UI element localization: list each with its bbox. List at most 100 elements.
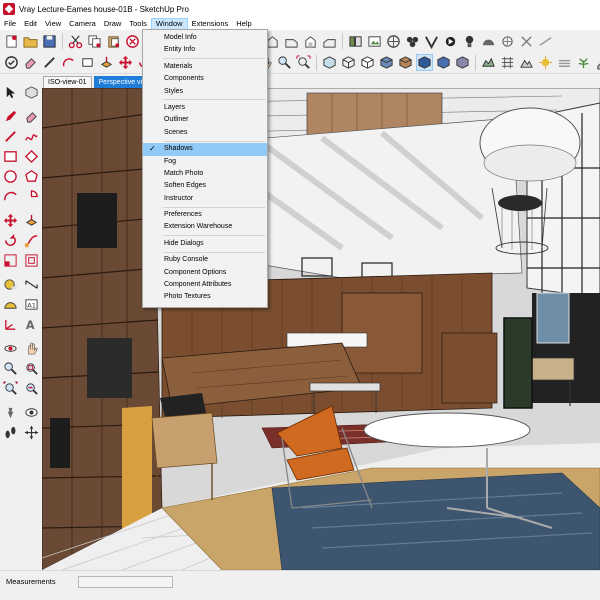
vray-render-icon[interactable]	[442, 33, 459, 50]
menu-shadows[interactable]: ✓ Shadows	[143, 143, 267, 156]
rotated-rect-icon[interactable]	[23, 148, 40, 165]
pencil-icon[interactable]	[2, 108, 19, 125]
components-icon[interactable]	[347, 33, 364, 50]
right-view-icon[interactable]	[283, 33, 300, 50]
grid-icon[interactable]	[499, 54, 516, 71]
menu-model-info[interactable]: Model Info	[143, 32, 267, 44]
circle-tool-icon[interactable]	[2, 168, 19, 185]
select-arrow-icon[interactable]	[2, 84, 19, 101]
dimension-icon[interactable]	[23, 276, 40, 293]
vray-light-icon[interactable]	[461, 33, 478, 50]
menu-ruby-console[interactable]: Ruby Console	[143, 254, 267, 266]
vray-mesh-icon[interactable]	[518, 33, 535, 50]
vray-plane-icon[interactable]	[537, 33, 554, 50]
shadows-icon[interactable]	[537, 54, 554, 71]
rectangle-icon[interactable]	[79, 54, 96, 71]
protractor-icon[interactable]	[2, 296, 19, 313]
shaded-icon[interactable]	[378, 54, 395, 71]
sandbox-icon[interactable]	[480, 54, 497, 71]
model-viewport[interactable]	[42, 88, 600, 570]
freehand-icon[interactable]	[23, 128, 40, 145]
previous-view-icon[interactable]	[23, 380, 40, 397]
fog-icon[interactable]	[556, 54, 573, 71]
vray-sphere-icon[interactable]	[499, 33, 516, 50]
menu-styles[interactable]: Styles	[143, 86, 267, 98]
move-tool-icon[interactable]	[2, 212, 19, 229]
cut-icon[interactable]	[67, 33, 84, 50]
erase-icon[interactable]	[124, 33, 141, 50]
move-icon[interactable]	[117, 54, 134, 71]
pie-tool-icon[interactable]	[23, 188, 40, 205]
pushpull-icon[interactable]	[98, 54, 115, 71]
textured-icon[interactable]	[397, 54, 414, 71]
menu-instructor[interactable]: Instructor	[143, 193, 267, 205]
warehouse-icon[interactable]	[385, 33, 402, 50]
menu-outliner[interactable]: Outliner	[143, 114, 267, 126]
walk-icon[interactable]	[2, 424, 19, 441]
extension-icon[interactable]	[404, 33, 421, 50]
text-tool-icon[interactable]: A1	[23, 296, 40, 313]
menu-extension-warehouse[interactable]: Extension Warehouse	[143, 221, 267, 233]
pushpull-tool-icon[interactable]	[23, 212, 40, 229]
eraser-icon[interactable]	[22, 54, 39, 71]
text-3d-icon[interactable]: A	[23, 316, 40, 333]
tape-measure-icon[interactable]	[2, 276, 19, 293]
open-icon[interactable]	[22, 33, 39, 50]
orbit-tool-icon[interactable]	[2, 340, 19, 357]
line-tool-icon[interactable]	[2, 128, 19, 145]
arc-tool-icon[interactable]	[2, 188, 19, 205]
menu-camera[interactable]: Camera	[65, 18, 100, 30]
menu-scenes[interactable]: Scenes	[143, 127, 267, 139]
zoom-tool-icon[interactable]	[2, 360, 19, 377]
menu-draw[interactable]: Draw	[100, 18, 126, 30]
offset-tool-icon[interactable]	[23, 252, 40, 269]
copy-icon[interactable]	[86, 33, 103, 50]
section-icon[interactable]	[435, 54, 452, 71]
menu-entity-info[interactable]: Entity Info	[143, 44, 267, 56]
polygon-tool-icon[interactable]	[23, 168, 40, 185]
look-around-icon[interactable]	[23, 404, 40, 421]
new-icon[interactable]	[3, 33, 20, 50]
style-icon[interactable]	[454, 54, 471, 71]
menu-materials[interactable]: Materials	[143, 61, 267, 73]
line-icon[interactable]	[41, 54, 58, 71]
back-view-icon[interactable]	[302, 33, 319, 50]
vray-icon[interactable]	[423, 33, 440, 50]
zoom-extents-icon[interactable]	[295, 54, 312, 71]
component-icon[interactable]	[23, 84, 40, 101]
menu-fog[interactable]: Fog	[143, 156, 267, 168]
paint-icon[interactable]	[594, 54, 600, 71]
menu-photo-textures[interactable]: Photo Textures	[143, 291, 267, 303]
menu-component-options[interactable]: Component Options	[143, 267, 267, 279]
select-icon[interactable]	[3, 54, 20, 71]
xray-icon[interactable]	[321, 54, 338, 71]
pan-tool-icon[interactable]	[23, 340, 40, 357]
zoom-icon[interactable]	[276, 54, 293, 71]
paste-icon[interactable]	[105, 33, 122, 50]
terrain-icon[interactable]	[518, 54, 535, 71]
followme-icon[interactable]	[23, 232, 40, 249]
measurements-input[interactable]	[78, 575, 173, 588]
zoom-window-icon[interactable]	[23, 360, 40, 377]
arc-icon[interactable]	[60, 54, 77, 71]
scale-tool-icon[interactable]	[2, 252, 19, 269]
left-view-icon[interactable]	[321, 33, 338, 50]
section-plane-icon[interactable]	[23, 424, 40, 441]
eraser-tool-icon[interactable]	[23, 108, 40, 125]
menu-hide-dialogs[interactable]: Hide Dialogs	[143, 238, 267, 250]
monochrome-icon[interactable]	[416, 54, 433, 71]
menu-preferences[interactable]: Preferences	[143, 209, 267, 221]
menu-match-photo[interactable]: Match Photo	[143, 168, 267, 180]
vray-dome-icon[interactable]	[480, 33, 497, 50]
axes-icon[interactable]	[2, 316, 19, 333]
menu-file[interactable]: File	[0, 18, 20, 30]
hidden-line-icon[interactable]	[359, 54, 376, 71]
zoom-extents-tool-icon[interactable]	[2, 380, 19, 397]
rotate-tool-icon[interactable]	[2, 232, 19, 249]
materials-icon[interactable]	[366, 33, 383, 50]
menu-edit[interactable]: Edit	[20, 18, 41, 30]
position-camera-icon[interactable]	[2, 404, 19, 421]
plant-icon[interactable]	[575, 54, 592, 71]
menu-layers[interactable]: Layers	[143, 102, 267, 114]
save-icon[interactable]	[41, 33, 58, 50]
